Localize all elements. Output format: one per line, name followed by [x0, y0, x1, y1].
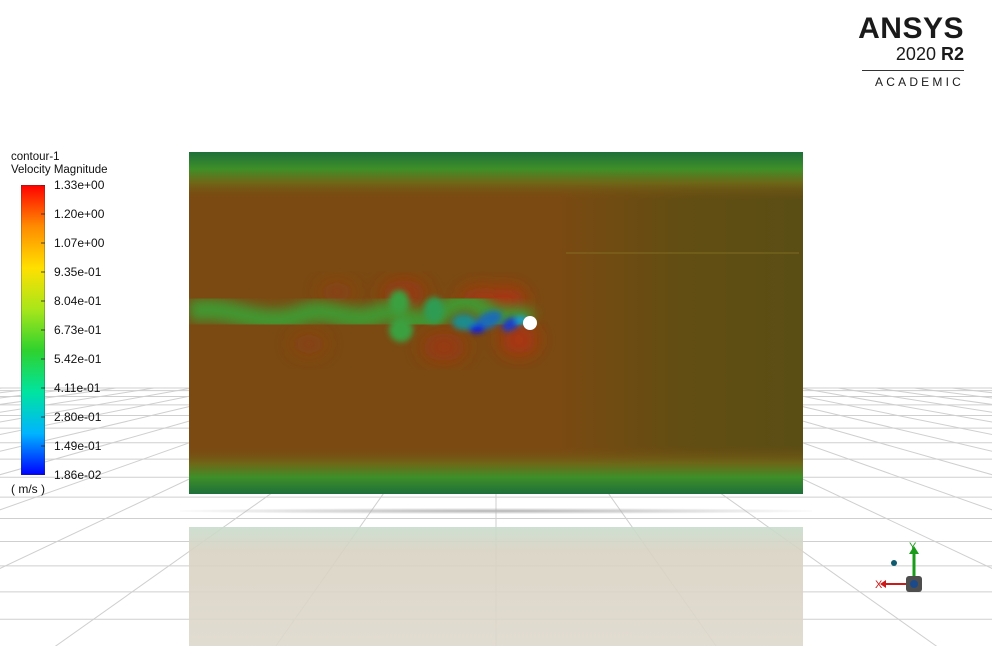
- legend-tick-label: 1.49e-01: [54, 439, 102, 453]
- plot-reflection: [189, 527, 803, 646]
- legend-tick-label: 2.80e-01: [54, 410, 102, 424]
- legend-contour-name: contour-1: [11, 151, 60, 163]
- color-legend-bar[interactable]: [21, 185, 45, 475]
- triad-origin-marker: [891, 560, 897, 566]
- ansys-logo: ANSYS 2020 R2 ACADEMIC: [858, 14, 964, 89]
- velocity-contour-plot[interactable]: [189, 152, 803, 494]
- triad-z-axis-dot: [910, 580, 918, 588]
- triad-y-label: Y: [909, 541, 917, 553]
- legend-variable-name: Velocity Magnitude: [11, 164, 108, 176]
- grid-line: [0, 387, 117, 405]
- logo-brand: ANSYS: [858, 12, 964, 45]
- grid-line: [951, 387, 992, 394]
- legend-tick-label: 9.35e-01: [54, 265, 102, 279]
- logo-edition: ACADEMIC: [875, 75, 964, 89]
- legend-tick-label: 1.33e+00: [54, 178, 105, 192]
- legend-tick-label: 8.04e-01: [54, 294, 102, 308]
- grid-line: [837, 387, 992, 413]
- legend-tick-label: 5.42e-01: [54, 352, 102, 366]
- logo-version: 2020 R2: [895, 44, 964, 64]
- triad-x-label: X: [875, 579, 883, 591]
- legend-tick-label: 1.86e-02: [54, 468, 102, 482]
- legend-tick-label: 1.20e+00: [54, 207, 105, 221]
- grid-line: [799, 387, 992, 423]
- plot-shadow: [180, 508, 812, 514]
- legend-tick-label: 1.07e+00: [54, 236, 105, 250]
- legend-tick-label: 6.73e-01: [54, 323, 102, 337]
- grid-line: [875, 387, 992, 405]
- legend-units: ( m/s ): [11, 482, 45, 496]
- legend-tick-label: 4.11e-01: [54, 381, 101, 395]
- cylinder-obstacle: [523, 316, 537, 330]
- coordinate-axis-triad[interactable]: Y X: [870, 540, 940, 600]
- grid-line: [0, 387, 3, 389]
- logo-divider: [862, 70, 964, 71]
